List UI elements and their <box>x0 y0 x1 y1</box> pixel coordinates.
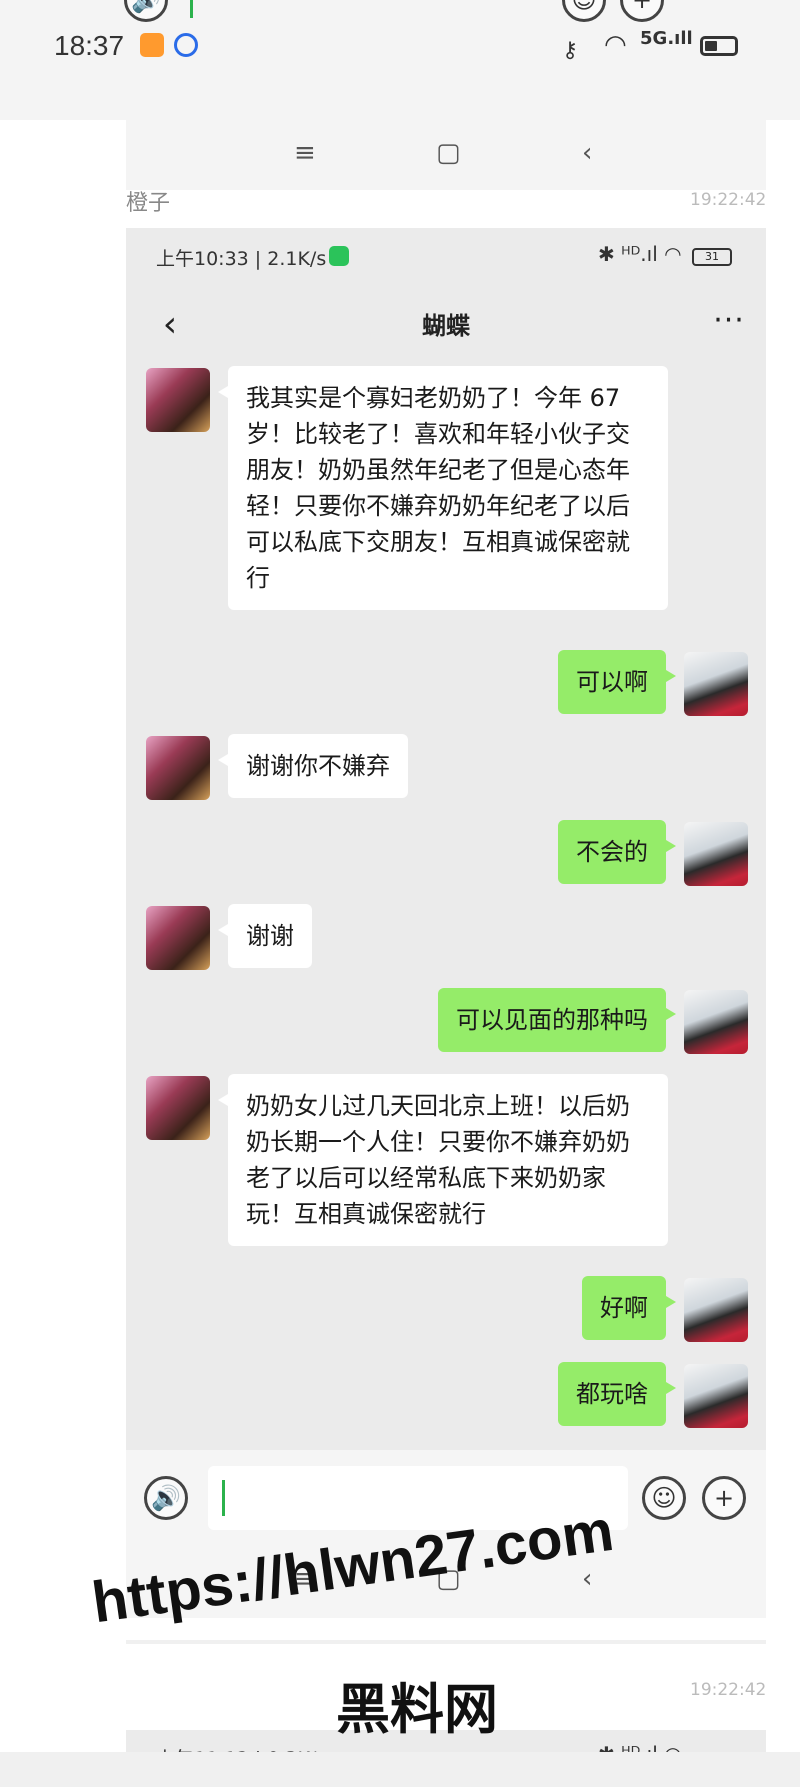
watermark-site-name: 黑料网 <box>336 1678 498 1741</box>
plus-button[interactable]: + <box>702 1476 746 1520</box>
emoji-button[interactable]: ☺ <box>642 1476 686 1520</box>
inner-status-bar: 上午10:33 | 2.1K/s ✱ ᴴᴰ.ıl ◠ 31 <box>126 228 766 286</box>
voice-icon: 🔊 <box>131 0 161 14</box>
menu-icon[interactable]: ≡ <box>294 138 316 168</box>
network-label: 5G <box>640 28 668 49</box>
divider <box>126 1640 766 1644</box>
message-bubble-outgoing[interactable]: 可以见面的那种吗 <box>438 988 676 1052</box>
outer-plus-button[interactable]: + <box>620 0 664 22</box>
message-bubble-incoming[interactable]: 奶奶女儿过几天回北京上班！以后奶奶长期一个人住！只要你不嫌弃奶奶老了以后可以经常… <box>218 1074 668 1246</box>
app-notification-icon <box>140 33 164 57</box>
self-avatar[interactable] <box>684 1278 748 1342</box>
contact-avatar[interactable] <box>146 368 210 432</box>
more-options-icon[interactable]: ··· <box>704 298 754 342</box>
message-bubble-outgoing[interactable]: 都玩啥 <box>558 1362 676 1426</box>
message-bubble-outgoing[interactable]: 可以啊 <box>558 650 676 714</box>
inner-signal-icons: ✱ ᴴᴰ.ıl ◠ <box>598 242 682 266</box>
message-bubble-incoming[interactable]: 我其实是个寡妇老奶奶了！今年 67 岁！比较老了！喜欢和年轻小伙子交朋友！奶奶虽… <box>218 366 668 610</box>
message-bubble-outgoing[interactable]: 好啊 <box>582 1276 676 1340</box>
signal-icon: 5G.ıll <box>640 28 693 49</box>
contact-avatar[interactable] <box>146 1076 210 1140</box>
message-bubble-outgoing[interactable]: 不会的 <box>558 820 676 884</box>
outer-clock: 18:37 <box>54 30 125 61</box>
forward-timestamp: 19:22:42 <box>690 1680 767 1700</box>
plus-icon: + <box>631 0 653 14</box>
chat-title: 蝴蝶 <box>422 312 470 340</box>
voice-button[interactable]: 🔊 <box>144 1476 188 1520</box>
outer-voice-button[interactable]: 🔊 <box>124 0 168 22</box>
message-bubble-incoming[interactable]: 谢谢你不嫌弃 <box>218 734 408 798</box>
outer-text-caret <box>190 0 193 18</box>
forward-contact-name: 橙子 <box>126 191 171 216</box>
inner-battery-icon: 31 <box>692 248 732 266</box>
outer-nav-bar: ≡ ▢ ‹ <box>126 120 766 190</box>
wifi-icon: ◠ <box>604 30 627 60</box>
key-icon: ⚷ <box>562 38 579 63</box>
back-icon[interactable]: ‹ <box>582 138 592 168</box>
home-icon[interactable]: ▢ <box>436 138 461 168</box>
location-app-icon <box>174 33 198 57</box>
voice-icon: 🔊 <box>151 1484 181 1512</box>
outer-status-bar: 🔊 ☺ + 18:37 ⚷ ◠ 5G.ıll <box>0 0 800 120</box>
wechat-badge-icon <box>329 246 349 266</box>
self-avatar[interactable] <box>684 1364 748 1428</box>
contact-avatar[interactable] <box>146 736 210 800</box>
chat-screenshot: 上午10:33 | 2.1K/s ✱ ᴴᴰ.ıl ◠ 31 ‹ 蝴蝶 ··· 我… <box>126 228 766 1618</box>
chat-header: ‹ 蝴蝶 ··· <box>126 286 766 366</box>
forward-timestamp: 19:22:42 <box>690 190 767 210</box>
text-caret <box>222 1480 225 1516</box>
plus-icon: + <box>713 1484 735 1512</box>
self-avatar[interactable] <box>684 822 748 886</box>
outer-emoji-button[interactable]: ☺ <box>562 0 606 22</box>
bottom-strip <box>0 1752 800 1787</box>
battery-icon <box>700 36 738 56</box>
contact-avatar[interactable] <box>146 906 210 970</box>
back-icon[interactable]: ‹ <box>582 1564 592 1594</box>
emoji-icon: ☺ <box>651 1484 677 1512</box>
inner-clock: 上午10:33 | 2.1K/s <box>156 248 327 270</box>
emoji-icon: ☺ <box>571 0 597 14</box>
message-bubble-incoming[interactable]: 谢谢 <box>218 904 312 968</box>
self-avatar[interactable] <box>684 652 748 716</box>
self-avatar[interactable] <box>684 990 748 1054</box>
